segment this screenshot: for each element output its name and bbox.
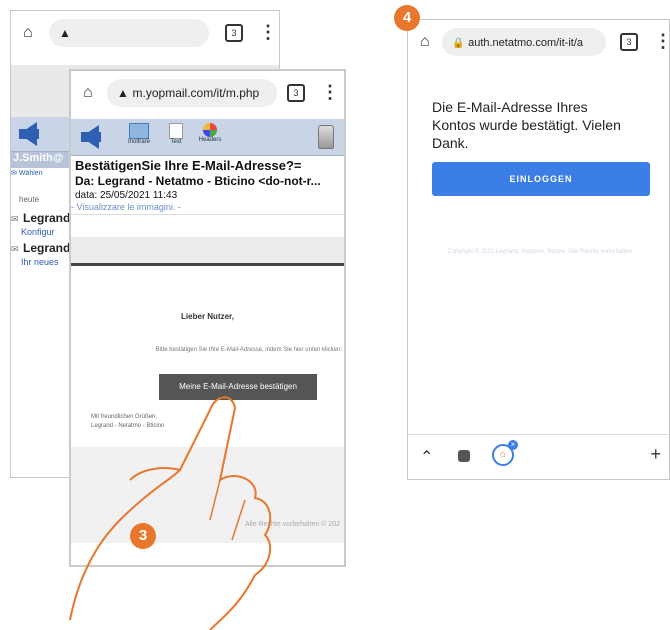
login-button[interactable]: EINLOGGEN <box>432 162 650 196</box>
text-button[interactable]: Text <box>161 123 191 145</box>
plus-icon[interactable]: + <box>650 444 661 465</box>
bottom-bar: ⌃ ⌂ × + <box>408 434 669 479</box>
step-badge-4: 4 <box>394 5 420 31</box>
url-text: m.yopmail.com/it/m.php <box>132 86 260 100</box>
list-item-sender: Legrand <box>23 211 71 225</box>
greeting: Lieber Nutzer, <box>181 312 234 321</box>
home-icon[interactable]: ⌂ <box>23 25 33 41</box>
mail-banner <box>71 237 344 266</box>
step-badge-3: 3 <box>130 523 156 549</box>
home-icon[interactable]: ⌂ <box>420 34 430 50</box>
browser-bar: ⌂ ▲ m.yopmail.com/it/m.php 3 ⋮ <box>71 71 344 115</box>
lock-icon: 🔒 <box>452 38 465 49</box>
wahlen-label[interactable]: Wählen <box>19 170 43 177</box>
instruction: Bitte bestätigen Sie Ihre E-Mail-Adresse… <box>155 347 342 353</box>
browser-bar: ⌂ ▲ 3 ⋮ <box>11 11 279 55</box>
today-label: heute <box>19 195 40 204</box>
list-item-sender: Legrand <box>23 241 71 255</box>
address-bar[interactable]: ▲ m.yopmail.com/it/m.php <box>107 79 277 107</box>
tabs-icon[interactable]: 3 <box>225 24 243 42</box>
tabs-icon[interactable]: 3 <box>620 33 638 51</box>
tabs-icon[interactable]: 3 <box>287 84 305 102</box>
menu-icon[interactable]: ⋮ <box>654 32 669 50</box>
forward-icon <box>129 123 149 139</box>
warning-icon: ▲ <box>59 26 71 40</box>
trash-icon[interactable] <box>318 125 334 149</box>
chevron-up-icon[interactable]: ⌃ <box>420 447 433 467</box>
show-images-link[interactable]: - Visualizzare le immagini. - <box>71 202 344 215</box>
copyright: Copyright © 2021 Legrand, Netatmo, Btici… <box>447 249 634 255</box>
warning-icon: ▲ <box>117 86 129 100</box>
forward-label: Inoltrare <box>127 139 150 145</box>
url-text: auth.netatmo.com/it-it/a <box>468 37 584 49</box>
forward-button[interactable]: Inoltrare <box>119 123 159 145</box>
mail-icon: ✉ <box>11 214 19 224</box>
menu-icon[interactable]: ⋮ <box>321 83 339 101</box>
headers-button[interactable]: Headers <box>193 123 227 143</box>
mail-date: data: 25/05/2021 11:43 <box>75 190 178 201</box>
menu-icon[interactable]: ⋮ <box>259 23 277 41</box>
headers-label: Headers <box>198 137 222 143</box>
mail-app-icon[interactable] <box>458 450 470 462</box>
text-label: Text <box>170 139 182 145</box>
text-icon <box>169 123 183 139</box>
address-bar[interactable]: 🔒 auth.netatmo.com/it-it/a <box>442 28 606 56</box>
headers-icon <box>203 123 217 137</box>
sender-short: J.Smith@ <box>13 152 64 164</box>
hand-pointer-icon <box>69 396 272 630</box>
mail-subject: BestätigenSie Ihre E-Mail-Adresse?= <box>75 158 302 173</box>
mail-icon: ✉ <box>11 244 19 254</box>
confirmation-message: Die E-Mail-Adresse Ihres Kontos wurde be… <box>432 99 621 151</box>
back-arrow-icon[interactable] <box>81 125 101 149</box>
yop-toolbar: Inoltrare Text Headers <box>71 119 344 156</box>
browser-bar: ⌂ 🔒 auth.netatmo.com/it-it/a 3 ⋮ <box>408 20 669 64</box>
address-bar[interactable]: ▲ <box>49 19 209 47</box>
close-badge-icon[interactable]: × <box>508 440 518 450</box>
mail-from: Da: Legrand - Netatmo - Bticino <do-not-… <box>75 174 321 188</box>
auth-phone: ⌂ 🔒 auth.netatmo.com/it-it/a 3 ⋮ Die E-M… <box>407 19 670 480</box>
back-arrow-icon[interactable] <box>19 122 39 146</box>
home-icon[interactable]: ⌂ <box>83 85 93 101</box>
mail-icon: ✉ <box>11 170 17 177</box>
